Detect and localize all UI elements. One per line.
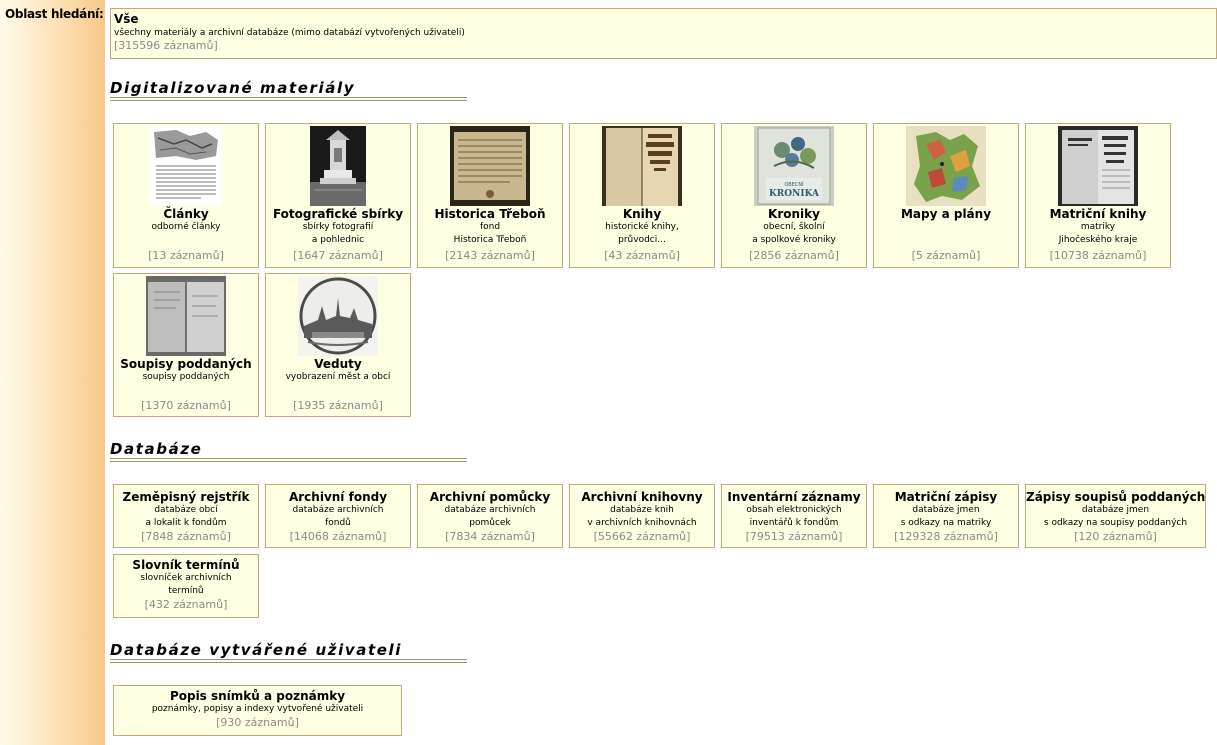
section-title-user-databases: Databáze vytvářené uživateli: [110, 641, 402, 659]
scope-card-description: databáze knih v archivních knihovnách: [587, 505, 697, 528]
scope-card-count: [2856 záznamů]: [749, 249, 839, 262]
section-title-digital: Digitalizované materiály: [110, 79, 356, 97]
scope-card-description: matriky Jihočeského kraje: [1058, 222, 1138, 245]
map-thumbnail: [906, 126, 986, 206]
scope-card-title: Historica Třeboň: [434, 207, 546, 221]
section-divider-digital: [110, 97, 467, 101]
scope-card-description: obecní, školní a spolkové kroniky: [752, 222, 836, 245]
sidebar: Oblast hledání:: [0, 0, 105, 745]
articles-thumbnail: [146, 126, 226, 206]
scope-card-matricni-knihy[interactable]: Matriční knihy matriky Jihočeského kraje…: [1025, 123, 1171, 268]
scope-card-title: Archivní knihovny: [581, 490, 703, 504]
scope-card-description: databáze archivních fondů: [292, 505, 384, 528]
scope-card-title: Slovník termínů: [132, 558, 240, 572]
scope-card-count: [432 záznamů]: [144, 598, 228, 611]
scope-card-title: Matriční knihy: [1049, 207, 1147, 221]
scope-card-title: Matriční zápisy: [894, 490, 998, 504]
scope-card-title: Archivní pomůcky: [429, 490, 551, 504]
scope-card-popis-snimku-a-poznamky[interactable]: Popis snímků a poznámky poznámky, popisy…: [113, 685, 402, 736]
scope-card-zapisy-soupisu-poddanych[interactable]: Zápisy soupisů poddaných databáze jmen s…: [1025, 484, 1206, 548]
scope-card-title: Zeměpisný rejstřík: [122, 490, 250, 504]
photo-collection-thumbnail: [298, 126, 378, 206]
scope-card-description: soupisy poddaných: [142, 372, 230, 382]
scope-card-slovnik-terminu[interactable]: Slovník termínů slovníček archivních ter…: [113, 554, 259, 618]
scope-card-soupisy-poddanych[interactable]: Soupisy poddaných soupisy poddaných [137…: [113, 273, 259, 417]
scope-card-zemepisny-rejstrik[interactable]: Zeměpisný rejstřík databáze obcí a lokal…: [113, 484, 259, 548]
scope-card-archivni-knihovny[interactable]: Archivní knihovny databáze knih v archiv…: [569, 484, 715, 548]
scope-card-count: [14068 záznamů]: [289, 530, 387, 543]
register-book-thumbnail: [1058, 126, 1138, 206]
scope-card-title: Inventární záznamy: [727, 490, 861, 504]
scope-card-matricni-zapisy[interactable]: Matriční zápisy databáze jmen s odkazy n…: [873, 484, 1019, 548]
scope-card-count: [930 záznamů]: [216, 716, 299, 729]
scope-card-description: sbírky fotografií a pohlednic: [302, 222, 374, 245]
scope-card-title: Fotografické sbírky: [272, 207, 404, 221]
scope-card-title: Popis snímků a poznámky: [169, 689, 346, 703]
scope-card-count: [2143 záznamů]: [445, 249, 535, 262]
scope-card-count: [79513 záznamů]: [745, 530, 843, 543]
scope-card-title: Kroniky: [768, 207, 820, 221]
scope-card-count: [129328 záznamů]: [894, 530, 998, 543]
scope-card-description: odborné články: [151, 222, 221, 232]
scope-card-archivni-fondy[interactable]: Archivní fondy databáze archivních fondů…: [265, 484, 411, 548]
scope-card-title: Knihy: [622, 207, 662, 221]
scope-card-mapy-a-plany[interactable]: Mapy a plány [5 záznamů]: [873, 123, 1019, 268]
scope-card-description: databáze obcí a lokalit k fondům: [145, 505, 227, 528]
scope-card-fotograficke-sbirky[interactable]: Fotografické sbírky sbírky fotografií a …: [265, 123, 411, 268]
chronicle-thumbnail: OBECNÍ KRONIKA: [754, 126, 834, 206]
scope-card-count: [7848 záznamů]: [141, 530, 231, 543]
scope-card-count: [10738 záznamů]: [1049, 249, 1147, 262]
scope-card-count: [120 záznamů]: [1074, 530, 1157, 543]
scope-card-description: historické knihy, průvodci...: [605, 222, 679, 245]
scope-card-count: [7834 záznamů]: [445, 530, 535, 543]
scope-card-clanky[interactable]: Články odborné články [13 záznamů]: [113, 123, 259, 268]
scope-all-option[interactable]: Vše všechny materiály a archivní databáz…: [110, 8, 1217, 59]
scope-card-count: [43 záznamů]: [604, 249, 680, 262]
scope-all-title: Vše: [114, 12, 139, 26]
search-scope-panel: Oblast hledání: Vše všechny materiály a …: [0, 0, 1217, 745]
veduta-thumbnail: [298, 276, 378, 356]
chronicle-cover-line-1: OBECNÍ: [784, 181, 804, 188]
section-title-databases: Databáze: [110, 440, 203, 458]
scope-card-count: [1647 záznamů]: [293, 249, 383, 262]
book-thumbnail: [602, 126, 682, 206]
scope-card-kroniky[interactable]: OBECNÍ KRONIKA Kroniky obecní, školní a …: [721, 123, 867, 268]
scope-card-description: fond Historica Třeboň: [453, 222, 527, 245]
scope-all-description: všechny materiály a archivní databáze (m…: [114, 28, 465, 38]
scope-card-description: vyobrazení měst a obcí: [285, 372, 391, 382]
scope-card-archivni-pomucky[interactable]: Archivní pomůcky databáze archivních pom…: [417, 484, 563, 548]
scope-card-description: databáze jmen s odkazy na soupisy poddan…: [1043, 505, 1188, 528]
scope-card-veduty[interactable]: Veduty vyobrazení měst a obcí [1935 zázn…: [265, 273, 411, 417]
scope-card-count: [13 záznamů]: [148, 249, 224, 262]
scope-card-description: slovníček archivních termínů: [140, 573, 232, 596]
scope-card-title: Veduty: [314, 357, 362, 371]
scope-card-title: Soupisy poddaných: [120, 357, 252, 371]
scope-card-title: Mapy a plány: [900, 207, 992, 221]
scope-card-description: databáze jmen s odkazy na matriky: [900, 505, 992, 528]
scope-card-title: Zápisy soupisů poddaných: [1026, 490, 1206, 504]
scope-card-count: [1935 záznamů]: [293, 399, 383, 412]
scope-all-count: [315596 záznamů]: [114, 39, 218, 52]
scope-card-description: obsah elektronických inventářů k fondům: [746, 505, 842, 528]
historica-document-thumbnail: [450, 126, 530, 206]
scope-card-inventarni-zaznamy[interactable]: Inventární záznamy obsah elektronických …: [721, 484, 867, 548]
scope-card-description: [874, 221, 1018, 247]
scope-card-historica-trebon[interactable]: Historica Třeboň fond Historica Třeboň […: [417, 123, 563, 268]
scope-card-knihy[interactable]: Knihy historické knihy, průvodci... [43 …: [569, 123, 715, 268]
census-book-thumbnail: [146, 276, 226, 356]
scope-card-description: databáze archivních pomůcek: [444, 505, 536, 528]
chronicle-cover-line-2: KRONIKA: [769, 189, 820, 199]
scope-card-count: [1370 záznamů]: [141, 399, 231, 412]
scope-card-description: poznámky, popisy a indexy vytvořené uživ…: [151, 704, 364, 714]
scope-card-title: Články: [163, 207, 209, 221]
search-scope-label: Oblast hledání:: [5, 7, 104, 21]
scope-card-count: [5 záznamů]: [911, 249, 981, 262]
scope-card-title: Archivní fondy: [288, 490, 388, 504]
section-divider-databases: [110, 458, 467, 462]
section-divider-user-databases: [110, 659, 467, 663]
scope-card-count: [55662 záznamů]: [593, 530, 691, 543]
